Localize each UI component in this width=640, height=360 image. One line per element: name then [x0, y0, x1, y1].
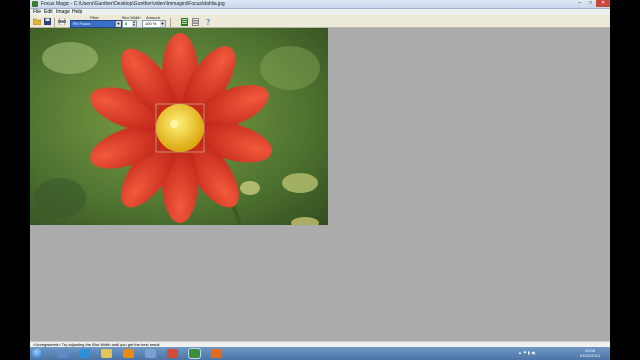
- image-workspace[interactable]: [30, 28, 610, 341]
- system-tray: ▲ ⚑ ▮ ◀) 20:06 01/01/2014: [518, 347, 608, 360]
- amount-dropdown[interactable]: 100 % ▼: [142, 20, 166, 28]
- minimize-button[interactable]: –: [574, 0, 585, 7]
- clock[interactable]: 20:06 01/01/2014: [576, 348, 604, 358]
- blur-width-value: 8: [125, 21, 128, 26]
- filter-value: Fix Focus: [73, 21, 91, 26]
- svg-text:?: ?: [206, 18, 210, 26]
- maximize-button[interactable]: □: [585, 0, 596, 7]
- settings-icon[interactable]: [191, 17, 200, 26]
- window-title: Focus Magic - C:\Users\Gunther\Desktop\G…: [41, 1, 225, 7]
- amount-value: 100 %: [145, 21, 157, 26]
- internet-explorer-icon[interactable]: [79, 349, 90, 358]
- toolbar: Filter Fix Focus ▼ Blur Width 8 ▲ ▼ Amoun…: [30, 15, 610, 28]
- title-bar[interactable]: Focus Magic - C:\Users\Gunther\Desktop\G…: [30, 0, 610, 9]
- save-icon[interactable]: [43, 17, 52, 26]
- filter-dropdown[interactable]: Fix Focus ▼: [70, 20, 122, 28]
- application-window: Focus Magic - C:\Users\Gunther\Desktop\G…: [30, 0, 610, 360]
- close-button[interactable]: ✕: [596, 0, 610, 7]
- clock-date: 01/01/2014: [579, 353, 601, 358]
- focus-magic-taskbar-icon[interactable]: [188, 348, 201, 359]
- chevron-down-icon[interactable]: ▼: [160, 21, 165, 27]
- taskbar-app-icon[interactable]: [145, 349, 156, 358]
- blur-width-stepper[interactable]: 8 ▲ ▼: [122, 20, 137, 28]
- focus-magic-app-icon: [32, 1, 38, 7]
- windows-taskbar: ▲ ⚑ ▮ ◀) 20:06 01/01/2014: [30, 347, 610, 360]
- flower-photo[interactable]: [30, 28, 328, 225]
- help-icon[interactable]: ?: [204, 17, 213, 26]
- start-orb-icon[interactable]: [32, 348, 43, 359]
- process-icon[interactable]: [180, 17, 189, 26]
- toolbar-separator: [170, 18, 171, 27]
- spin-arrows-icon[interactable]: ▲ ▼: [132, 21, 136, 27]
- tray-icons[interactable]: ▲ ⚑ ▮ ◀): [518, 350, 536, 355]
- media-player-icon[interactable]: [123, 349, 134, 358]
- chevron-down-icon[interactable]: ▼: [116, 21, 121, 27]
- toolbar-separator: [54, 18, 55, 27]
- file-manager-icon[interactable]: [101, 349, 112, 358]
- explorer-icon[interactable]: [57, 349, 68, 358]
- firefox-icon[interactable]: [211, 349, 222, 358]
- open-folder-icon[interactable]: [32, 17, 41, 26]
- print-icon[interactable]: [57, 17, 66, 26]
- chrome-icon[interactable]: [167, 349, 178, 358]
